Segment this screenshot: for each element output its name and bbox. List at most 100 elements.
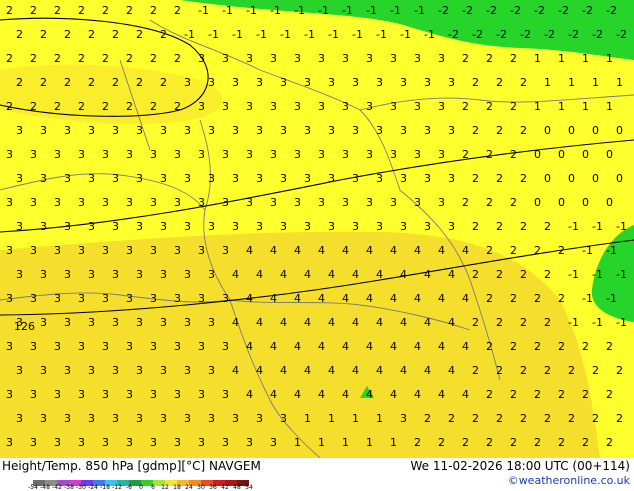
isotherm-value-label: 3 bbox=[64, 268, 71, 281]
isotherm-value-label: 2 bbox=[30, 52, 37, 65]
isotherm-value-label: 4 bbox=[246, 340, 253, 353]
isotherm-value-label: 3 bbox=[6, 292, 13, 305]
isotherm-value-label: 3 bbox=[400, 76, 407, 89]
isotherm-value-label: 4 bbox=[424, 316, 431, 329]
isotherm-value-label: 3 bbox=[30, 436, 37, 449]
isotherm-value-label: 3 bbox=[328, 76, 335, 89]
color-scale-tick: -38 bbox=[64, 484, 74, 491]
isotherm-value-label: 3 bbox=[184, 124, 191, 137]
isotherm-value-label: 3 bbox=[112, 412, 119, 425]
isotherm-value-label: 2 bbox=[496, 220, 503, 233]
isotherm-value-label: 3 bbox=[424, 76, 431, 89]
isotherm-value-label: 1 bbox=[592, 76, 599, 89]
isotherm-value-label: 3 bbox=[208, 220, 215, 233]
isotherm-value-label: 3 bbox=[54, 148, 61, 161]
isotherm-value-label: 4 bbox=[448, 268, 455, 281]
isotherm-value-label: 2 bbox=[462, 436, 469, 449]
color-scale-tick: 18 bbox=[173, 484, 181, 491]
isotherm-value-label: 1 bbox=[352, 412, 359, 425]
isotherm-value-label: -2 bbox=[472, 28, 483, 41]
isotherm-value-label: 3 bbox=[174, 388, 181, 401]
isotherm-value-label: 0 bbox=[544, 172, 551, 185]
isotherm-value-label: 3 bbox=[6, 196, 13, 209]
isotherm-value-label: -2 bbox=[534, 4, 545, 17]
isotherm-value-label: -1 bbox=[208, 28, 219, 41]
isotherm-value-label: 2 bbox=[616, 364, 623, 377]
isotherm-value-label: -2 bbox=[616, 28, 627, 41]
isotherm-value-label: 3 bbox=[150, 292, 157, 305]
isotherm-value-label: 3 bbox=[256, 124, 263, 137]
isotherm-value-label: 3 bbox=[376, 124, 383, 137]
isotherm-value-label: 2 bbox=[472, 268, 479, 281]
color-scale-tick: -54 bbox=[28, 484, 38, 491]
valid-time: We 11-02-2026 18:00 UTC (00+114) bbox=[410, 459, 630, 473]
isotherm-value-label: 1 bbox=[582, 100, 589, 113]
isotherm-value-label: 3 bbox=[150, 148, 157, 161]
isotherm-value-label: 2 bbox=[486, 52, 493, 65]
isotherm-value-label: 1 bbox=[616, 76, 623, 89]
isotherm-value-label: 2 bbox=[592, 412, 599, 425]
isotherm-value-label: 3 bbox=[88, 412, 95, 425]
isotherm-value-label: 3 bbox=[390, 196, 397, 209]
color-scale-tick: 24 bbox=[185, 484, 193, 491]
isotherm-value-label: -1 bbox=[592, 316, 603, 329]
isotherm-value-label: 2 bbox=[496, 316, 503, 329]
isotherm-value-label: 2 bbox=[472, 220, 479, 233]
isotherm-value-label: 3 bbox=[112, 172, 119, 185]
isotherm-value-label: 3 bbox=[40, 172, 47, 185]
isotherm-value-label: 1 bbox=[304, 412, 311, 425]
isotherm-value-label: 2 bbox=[534, 340, 541, 353]
isotherm-value-label: -1 bbox=[606, 292, 617, 305]
isotherm-value-label: 3 bbox=[208, 268, 215, 281]
isotherm-value-label: 2 bbox=[520, 76, 527, 89]
isotherm-value-label: 1 bbox=[366, 436, 373, 449]
isotherm-value-label: 0 bbox=[582, 148, 589, 161]
isotherm-value-label: 4 bbox=[352, 268, 359, 281]
isotherm-value-label: 4 bbox=[246, 292, 253, 305]
isotherm-value-label: 3 bbox=[54, 196, 61, 209]
isotherm-value-label: 4 bbox=[270, 292, 277, 305]
isotherm-value-label: 2 bbox=[6, 4, 13, 17]
isotherm-value-label: 3 bbox=[376, 76, 383, 89]
isotherm-value-label: 3 bbox=[78, 340, 85, 353]
isotherm-value-label: 3 bbox=[342, 52, 349, 65]
isotherm-value-label: 4 bbox=[352, 316, 359, 329]
isotherm-value-label: 3 bbox=[6, 340, 13, 353]
isotherm-value-label: 4 bbox=[342, 244, 349, 257]
isotherm-value-label: 3 bbox=[294, 52, 301, 65]
isotherm-value-label: 3 bbox=[270, 148, 277, 161]
isotherm-value-label: -1 bbox=[184, 28, 195, 41]
isotherm-value-label: 3 bbox=[136, 268, 143, 281]
isotherm-value-label: 0 bbox=[568, 124, 575, 137]
isotherm-value-label: 4 bbox=[390, 244, 397, 257]
isotherm-value-label: 3 bbox=[78, 196, 85, 209]
isotherm-value-label: 1 bbox=[544, 76, 551, 89]
isotherm-value-label: 3 bbox=[40, 268, 47, 281]
isotherm-value-label: 3 bbox=[318, 52, 325, 65]
isotherm-value-label: 4 bbox=[280, 364, 287, 377]
isotherm-value-label: 1 bbox=[318, 436, 325, 449]
isotherm-value-label: 4 bbox=[448, 364, 455, 377]
isotherm-value-label: -1 bbox=[582, 244, 593, 257]
isotherm-value-label: -1 bbox=[390, 4, 401, 17]
isotherm-value-label: 0 bbox=[616, 172, 623, 185]
credit-link[interactable]: ©weatheronline.co.uk bbox=[508, 474, 630, 487]
isotherm-value-label: 2 bbox=[102, 4, 109, 17]
isotherm-value-label: 2 bbox=[510, 148, 517, 161]
isotherm-value-label: 2 bbox=[510, 340, 517, 353]
isotherm-value-label: 3 bbox=[112, 124, 119, 137]
isotherm-value-label: 3 bbox=[222, 340, 229, 353]
isotherm-value-label: 3 bbox=[246, 196, 253, 209]
isotherm-value-label: 2 bbox=[54, 4, 61, 17]
isotherm-value-label: 1 bbox=[582, 52, 589, 65]
isotherm-value-label: 3 bbox=[16, 220, 23, 233]
isotherm-value-label: 4 bbox=[424, 268, 431, 281]
isotherm-value-label: 3 bbox=[280, 124, 287, 137]
isotherm-value-label: 2 bbox=[54, 100, 61, 113]
isotherm-value-label: -2 bbox=[568, 28, 579, 41]
isotherm-value-label: 3 bbox=[136, 124, 143, 137]
isotherm-value-label: 3 bbox=[208, 412, 215, 425]
isotherm-value-label: -1 bbox=[376, 28, 387, 41]
isotherm-value-label: 4 bbox=[376, 316, 383, 329]
isotherm-value-label: 2 bbox=[544, 316, 551, 329]
